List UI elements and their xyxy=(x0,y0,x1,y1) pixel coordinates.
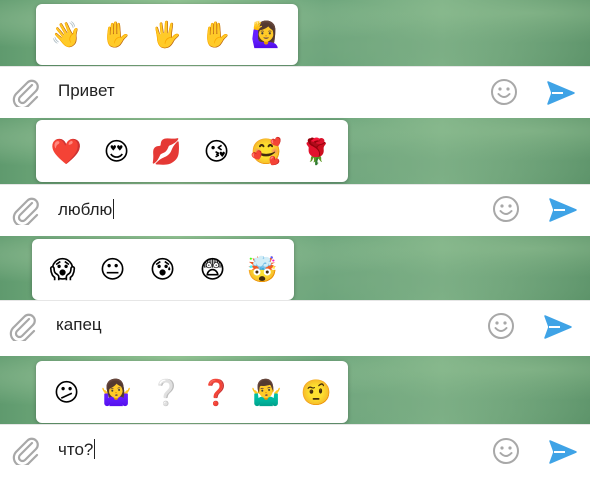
paperclip-icon[interactable] xyxy=(8,313,38,341)
emoji-smile-icon[interactable] xyxy=(492,195,520,223)
woman-raising-hand-icon[interactable]: 🙋‍♀️ xyxy=(248,16,285,54)
send-icon[interactable] xyxy=(543,314,573,340)
message-input[interactable]: Привет xyxy=(58,81,115,101)
hand-fingers-splayed-icon[interactable]: 🖐 xyxy=(148,16,185,54)
woman-shrugging-icon[interactable]: 🤷‍♀️ xyxy=(98,373,135,411)
message-text: капец xyxy=(56,315,102,334)
text-caret xyxy=(113,199,115,219)
white-question-mark-icon[interactable]: ❔ xyxy=(148,373,185,411)
emoji-suggestions: ❤️ 😍 💋 😘 🥰 🌹 xyxy=(36,120,348,182)
message-text: что? xyxy=(58,440,94,459)
chat-panel-4: 😕 🤷‍♀️ ❔ ❓ 🤷‍♂️ 🤨 что? xyxy=(0,356,590,480)
send-icon[interactable] xyxy=(546,80,576,106)
neutral-face-icon[interactable]: 😐 xyxy=(94,251,131,289)
chat-panel-1: 👋 ✋ 🖐 ✋ 🙋‍♀️ Привет xyxy=(0,0,590,118)
paperclip-icon[interactable] xyxy=(11,79,41,107)
exploding-head-icon[interactable]: 🤯 xyxy=(244,251,281,289)
waving-hand-icon[interactable]: 👋 xyxy=(48,16,85,54)
emoji-suggestions: 👋 ✋ 🖐 ✋ 🙋‍♀️ xyxy=(36,4,298,65)
raised-hand-icon[interactable]: ✋ xyxy=(198,16,235,54)
fearful-face-icon[interactable]: 😨 xyxy=(194,251,231,289)
text-caret xyxy=(94,439,96,459)
smiling-face-with-hearts-icon[interactable]: 🥰 xyxy=(248,132,285,170)
emoji-smile-icon[interactable] xyxy=(487,312,515,340)
message-input-bar[interactable]: что? xyxy=(0,424,590,480)
man-shrugging-icon[interactable]: 🤷‍♂️ xyxy=(248,373,285,411)
message-input-bar[interactable]: люблю xyxy=(0,184,590,236)
message-input[interactable]: капец xyxy=(56,315,102,335)
emoji-smile-icon[interactable] xyxy=(490,78,518,106)
message-input[interactable]: что? xyxy=(58,439,96,460)
emoji-smile-icon[interactable] xyxy=(492,437,520,465)
heart-eyes-icon[interactable]: 😍 xyxy=(98,132,135,170)
face-blowing-kiss-icon[interactable]: 😘 xyxy=(198,132,235,170)
kiss-mark-icon[interactable]: 💋 xyxy=(148,132,185,170)
paperclip-icon[interactable] xyxy=(11,197,41,225)
message-text: люблю xyxy=(58,200,113,219)
message-text: Привет xyxy=(58,81,115,100)
send-icon[interactable] xyxy=(548,439,578,465)
raised-hand-icon[interactable]: ✋ xyxy=(98,16,135,54)
send-icon[interactable] xyxy=(548,197,578,223)
emoji-suggestions: 😱 😐 😰 😨 🤯 xyxy=(32,239,294,300)
face-screaming-icon[interactable]: 😱 xyxy=(44,251,81,289)
chat-panel-2: ❤️ 😍 💋 😘 🥰 🌹 люблю xyxy=(0,118,590,236)
anxious-face-with-sweat-icon[interactable]: 😰 xyxy=(144,251,181,289)
message-input-bar[interactable]: капец xyxy=(0,300,590,352)
red-question-mark-icon[interactable]: ❓ xyxy=(198,373,235,411)
confused-face-icon[interactable]: 😕 xyxy=(48,373,85,411)
red-heart-icon[interactable]: ❤️ xyxy=(48,132,85,170)
chat-panel-3: 😱 😐 😰 😨 🤯 капец xyxy=(0,236,590,356)
message-input-bar[interactable]: Привет xyxy=(0,66,590,118)
rose-icon[interactable]: 🌹 xyxy=(298,132,335,170)
message-input[interactable]: люблю xyxy=(58,199,115,220)
emoji-suggestions: 😕 🤷‍♀️ ❔ ❓ 🤷‍♂️ 🤨 xyxy=(36,361,348,423)
raised-eyebrow-icon[interactable]: 🤨 xyxy=(298,373,335,411)
paperclip-icon[interactable] xyxy=(11,437,41,465)
